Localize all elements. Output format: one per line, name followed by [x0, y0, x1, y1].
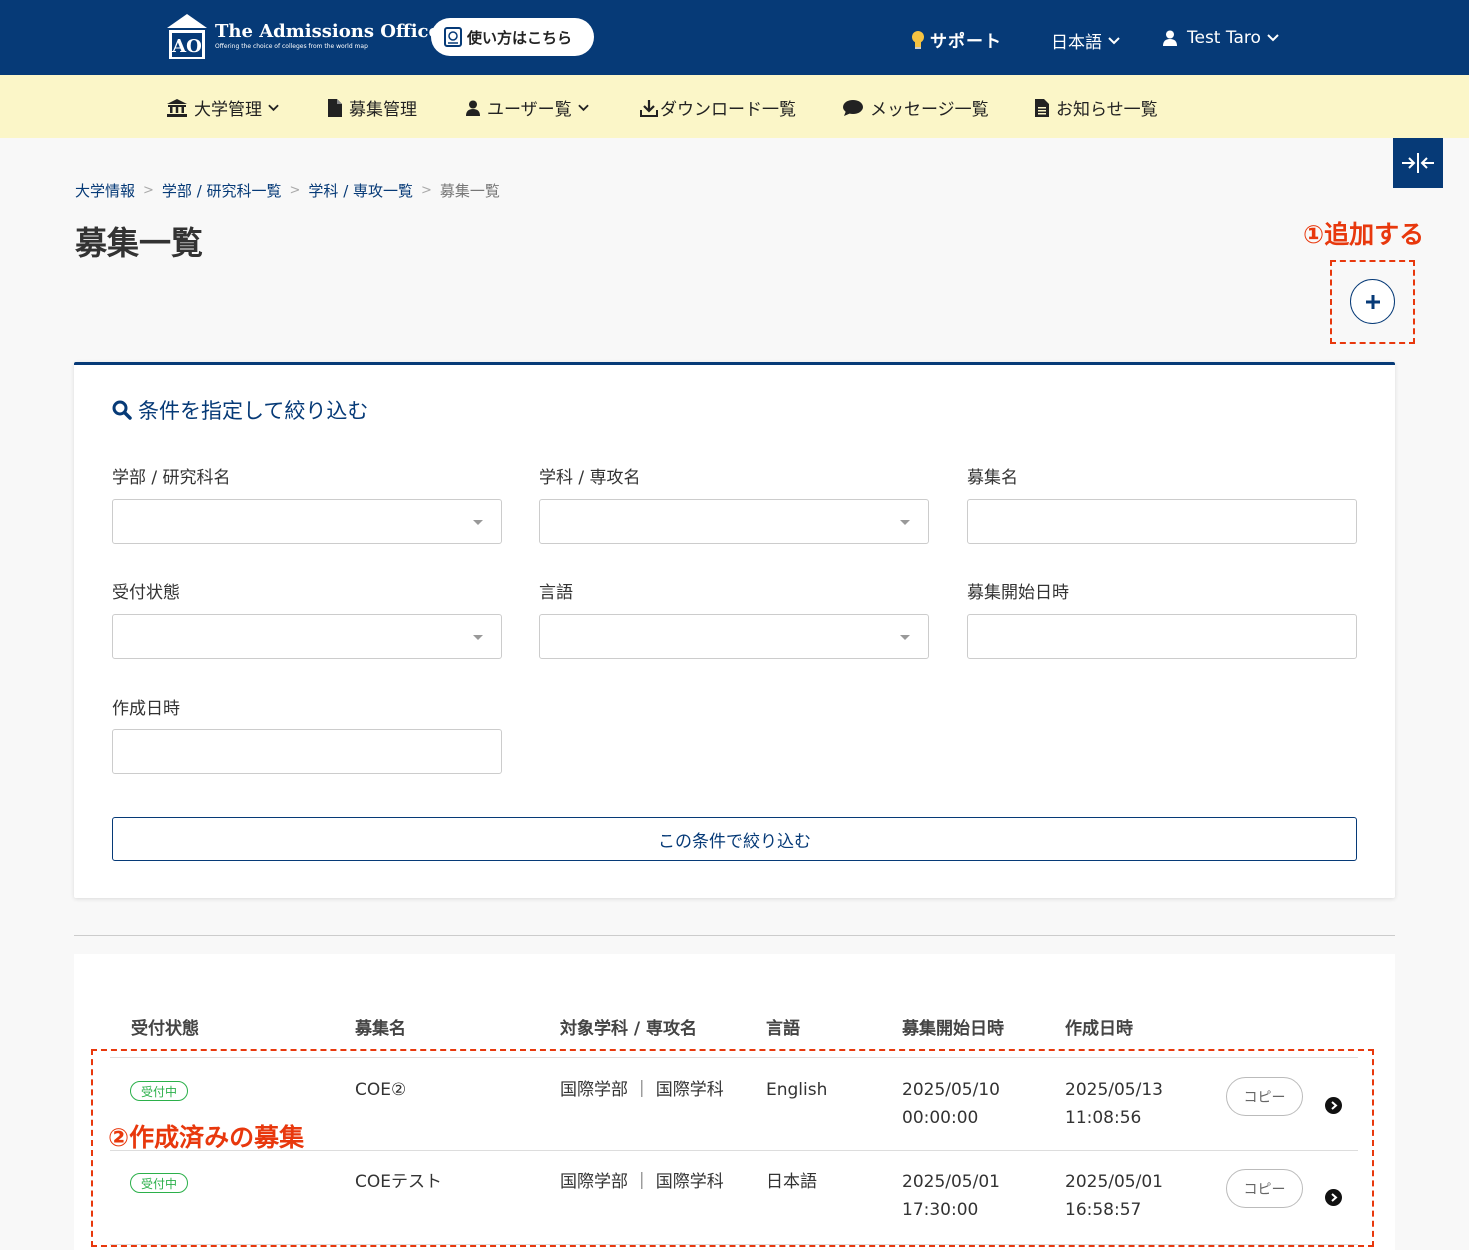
- document-icon: [1035, 98, 1049, 117]
- column-header: 募集名: [355, 1019, 406, 1039]
- language-dropdown[interactable]: 日本語: [1051, 28, 1120, 53]
- filter-panel: 条件を指定して絞り込む 学部 / 研究科名 学科 / 専攻名 募集名 受付状態 …: [74, 362, 1395, 898]
- page-title: 募集一覧: [75, 224, 204, 262]
- breadcrumb-separator: >: [289, 183, 301, 198]
- chevron-down-icon: [577, 104, 589, 111]
- nav-item-recruitment[interactable]: 募集管理: [328, 95, 417, 120]
- field-label-department: 学科 / 専攻名: [539, 468, 641, 488]
- nav-label: 募集管理: [349, 100, 417, 120]
- filter-title: 条件を指定して絞り込む: [112, 395, 368, 425]
- file-icon: [328, 98, 342, 117]
- logo[interactable]: AO The Admissions Office Offering the ch…: [167, 14, 440, 59]
- logo-subtitle: Offering the choice of colleges from the…: [215, 42, 368, 50]
- field-label-start-date: 募集開始日時: [967, 583, 1069, 603]
- created-date-input[interactable]: [112, 729, 502, 774]
- department-select[interactable]: [539, 499, 929, 544]
- nav-label: 大学管理: [194, 100, 262, 120]
- filter-title-text: 条件を指定して絞り込む: [138, 399, 369, 423]
- nav-label: メッセージ一覧: [870, 100, 989, 120]
- column-header: 言語: [766, 1019, 800, 1039]
- breadcrumb-separator: >: [143, 183, 154, 198]
- support-link[interactable]: サポート: [910, 27, 1002, 52]
- nav-label: ユーザー覧: [487, 100, 572, 120]
- user-label: Test Taro: [1187, 28, 1261, 48]
- column-header: 募集開始日時: [902, 1019, 1004, 1039]
- nav-bar: 大学管理 募集管理 ユーザー覧 ダウンロード一覧 メッセージ一覧 お知らせ一覧: [0, 75, 1469, 138]
- breadcrumb-link[interactable]: 学科 / 専攻一覧: [308, 180, 413, 201]
- language-select[interactable]: [539, 614, 929, 659]
- howto-label: 使い方はこちら: [467, 28, 573, 47]
- nav-item-university[interactable]: 大学管理: [167, 95, 286, 120]
- field-label-recruitment-name: 募集名: [967, 468, 1018, 488]
- chevron-down-icon: [1267, 34, 1279, 42]
- top-bar: AO The Admissions Office Offering the ch…: [0, 0, 1469, 75]
- comment-icon: [843, 99, 863, 116]
- guide-book-icon: [444, 27, 462, 47]
- breadcrumb: 大学情報 > 学部 / 研究科一覧 > 学科 / 専攻一覧 > 募集一覧: [75, 180, 500, 201]
- column-header: 作成日時: [1065, 1019, 1133, 1039]
- logo-mark-text: AO: [171, 36, 202, 57]
- annotation-add: ①追加する: [1303, 220, 1425, 249]
- collapse-toggle-button[interactable]: [1393, 138, 1443, 188]
- add-recruitment-button[interactable]: [1350, 279, 1395, 324]
- lightbulb-icon: [912, 30, 924, 49]
- logo-text: The Admissions Office Offering the choic…: [215, 20, 440, 52]
- filter-submit-button[interactable]: この条件で絞り込む: [112, 817, 1357, 861]
- nav-item-downloads[interactable]: ダウンロード一覧: [640, 95, 796, 120]
- plus-icon: [1365, 294, 1380, 309]
- column-header: 受付状態: [131, 1019, 199, 1039]
- logo-title: The Admissions Office: [215, 20, 440, 42]
- faculty-select[interactable]: [112, 499, 502, 544]
- nav-item-users[interactable]: ユーザー覧: [466, 95, 596, 120]
- field-label-language: 言語: [539, 583, 573, 603]
- start-date-input[interactable]: [967, 614, 1357, 659]
- breadcrumb-link[interactable]: 大学情報: [75, 180, 135, 201]
- annotation-existing: ②作成済みの募集: [108, 1123, 305, 1152]
- search-icon: [112, 400, 132, 420]
- university-icon: [167, 98, 187, 117]
- nav-label: お知らせ一覧: [1056, 100, 1158, 120]
- collapse-arrows-icon: [1402, 153, 1434, 173]
- section-divider: [74, 935, 1395, 936]
- field-label-faculty: 学部 / 研究科名: [112, 468, 231, 488]
- field-label-status: 受付状態: [112, 583, 180, 603]
- logo-mark-icon: AO: [167, 14, 207, 59]
- howto-button[interactable]: 使い方はこちら: [431, 18, 594, 56]
- breadcrumb-link[interactable]: 学部 / 研究科一覧: [162, 180, 282, 201]
- recruitment-name-input[interactable]: [967, 499, 1357, 544]
- user-icon: [1163, 30, 1177, 46]
- status-select[interactable]: [112, 614, 502, 659]
- user-dropdown[interactable]: Test Taro: [1163, 28, 1279, 48]
- column-header: 対象学科 / 専攻名: [560, 1019, 698, 1039]
- nav-item-messages[interactable]: メッセージ一覧: [843, 95, 989, 120]
- chevron-down-icon: [268, 104, 279, 111]
- support-label: サポート: [930, 32, 1002, 52]
- download-icon: [640, 99, 658, 117]
- field-label-created-date: 作成日時: [112, 699, 180, 719]
- nav-label: ダウンロード一覧: [660, 100, 796, 120]
- user-icon: [466, 100, 480, 116]
- nav-item-notices[interactable]: お知らせ一覧: [1035, 95, 1158, 120]
- chevron-down-icon: [1108, 36, 1120, 44]
- breadcrumb-separator: >: [421, 183, 432, 198]
- language-label: 日本語: [1051, 33, 1102, 53]
- breadcrumb-current: 募集一覧: [439, 182, 500, 200]
